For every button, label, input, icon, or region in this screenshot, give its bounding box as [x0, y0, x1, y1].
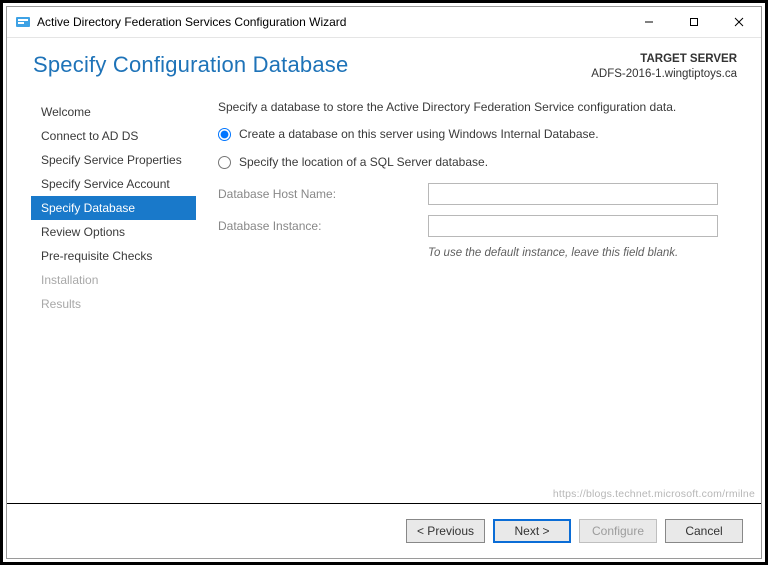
instance-label: Database Instance: [218, 219, 428, 233]
nav-label: Welcome [41, 105, 91, 119]
wizard-header: Specify Configuration Database TARGET SE… [7, 38, 761, 90]
app-icon [15, 14, 31, 30]
maximize-button[interactable] [671, 7, 716, 37]
button-label: Cancel [685, 524, 722, 538]
window-title: Active Directory Federation Services Con… [37, 15, 626, 29]
next-button[interactable]: Next > [493, 519, 571, 543]
minimize-button[interactable] [626, 7, 671, 37]
nav-connect-ad-ds[interactable]: Connect to AD DS [31, 124, 196, 148]
nav-welcome[interactable]: Welcome [31, 100, 196, 124]
nav-label: Review Options [41, 225, 125, 239]
intro-text: Specify a database to store the Active D… [218, 100, 733, 116]
option-sql-radio[interactable] [218, 156, 231, 169]
nav-label: Installation [41, 273, 98, 287]
page-title: Specify Configuration Database [33, 52, 348, 78]
nav-specify-service-properties[interactable]: Specify Service Properties [31, 148, 196, 172]
nav-label: Connect to AD DS [41, 129, 138, 143]
nav-specify-database[interactable]: Specify Database [31, 196, 196, 220]
host-row: Database Host Name: [218, 183, 733, 205]
configure-button: Configure [579, 519, 657, 543]
nav-label: Specify Database [41, 201, 135, 215]
nav-specify-service-account[interactable]: Specify Service Account [31, 172, 196, 196]
window-controls [626, 7, 761, 37]
wizard-footer: < Previous Next > Configure Cancel [7, 503, 761, 558]
host-label: Database Host Name: [218, 187, 428, 201]
target-server-value: ADFS-2016-1.wingtiptoys.ca [591, 67, 737, 82]
database-host-input[interactable] [428, 183, 718, 205]
titlebar: Active Directory Federation Services Con… [7, 7, 761, 38]
close-button[interactable] [716, 7, 761, 37]
nav-review-options[interactable]: Review Options [31, 220, 196, 244]
nav-prerequisite-checks[interactable]: Pre-requisite Checks [31, 244, 196, 268]
nav-label: Specify Service Account [41, 177, 170, 191]
previous-button[interactable]: < Previous [406, 519, 485, 543]
target-server-label: TARGET SERVER [591, 52, 737, 67]
wizard-content: Specify a database to store the Active D… [196, 96, 737, 503]
wizard-sidebar: Welcome Connect to AD DS Specify Service… [31, 96, 196, 503]
nav-installation: Installation [31, 268, 196, 292]
button-label: Configure [592, 524, 644, 538]
nav-label: Pre-requisite Checks [41, 249, 152, 263]
database-instance-input[interactable] [428, 215, 718, 237]
option-sql-label: Specify the location of a SQL Server dat… [239, 155, 488, 169]
instance-hint: To use the default instance, leave this … [428, 247, 733, 259]
wizard-body: Welcome Connect to AD DS Specify Service… [7, 90, 761, 503]
nav-label: Results [41, 297, 81, 311]
cancel-button[interactable]: Cancel [665, 519, 743, 543]
button-label: Next > [514, 524, 549, 538]
wizard-window: Active Directory Federation Services Con… [6, 6, 762, 559]
nav-results: Results [31, 292, 196, 316]
option-wid-radio[interactable] [218, 128, 231, 141]
nav-label: Specify Service Properties [41, 153, 182, 167]
target-server-block: TARGET SERVER ADFS-2016-1.wingtiptoys.ca [591, 52, 737, 82]
instance-row: Database Instance: [218, 215, 733, 237]
wizard-nav: Welcome Connect to AD DS Specify Service… [31, 100, 196, 316]
button-label: < Previous [417, 524, 474, 538]
option-sql-row[interactable]: Specify the location of a SQL Server dat… [218, 155, 733, 169]
option-wid-label: Create a database on this server using W… [239, 127, 599, 141]
option-wid-row[interactable]: Create a database on this server using W… [218, 127, 733, 141]
